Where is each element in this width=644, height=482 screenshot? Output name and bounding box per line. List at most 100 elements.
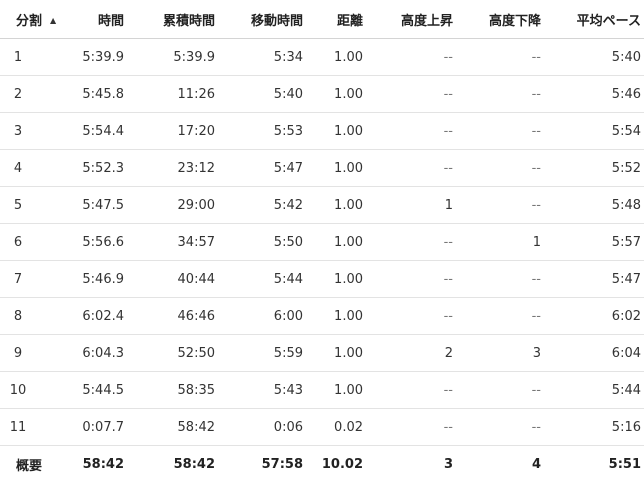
summary-elevation-loss: 4 <box>456 446 544 482</box>
col-header-split-label: 分割 <box>16 14 42 29</box>
summary-cumulative-time: 58:42 <box>127 446 218 482</box>
cell-average-pace: 5:16 <box>544 409 644 446</box>
cell-cumulative-time: 52:50 <box>127 335 218 372</box>
cell-elevation-gain: -- <box>366 76 456 113</box>
cell-split: 5 <box>0 187 60 224</box>
cell-cumulative-time: 34:57 <box>127 224 218 261</box>
cell-distance: 0.02 <box>306 409 366 446</box>
cell-elevation-loss: -- <box>456 76 544 113</box>
cell-average-pace: 5:44 <box>544 372 644 409</box>
cell-split: 6 <box>0 224 60 261</box>
cell-split: 1 <box>0 39 60 76</box>
cell-split: 2 <box>0 76 60 113</box>
cell-elevation-loss: -- <box>456 372 544 409</box>
cell-moving-time: 5:47 <box>218 150 306 187</box>
cell-split: 11 <box>0 409 60 446</box>
table-row: 110:07.758:420:060.02----5:16 <box>0 409 644 446</box>
cell-elevation-loss: 3 <box>456 335 544 372</box>
cell-distance: 1.00 <box>306 113 366 150</box>
cell-elevation-gain: 2 <box>366 335 456 372</box>
cell-cumulative-time: 29:00 <box>127 187 218 224</box>
summary-row: 概要 58:42 58:42 57:58 10.02 3 4 5:51 <box>0 446 644 482</box>
cell-moving-time: 5:53 <box>218 113 306 150</box>
col-header-cumulative-time[interactable]: 累積時間 <box>127 0 218 39</box>
cell-elevation-loss: -- <box>456 261 544 298</box>
cell-distance: 1.00 <box>306 335 366 372</box>
summary-moving-time: 57:58 <box>218 446 306 482</box>
cell-time: 6:04.3 <box>60 335 127 372</box>
cell-average-pace: 5:40 <box>544 39 644 76</box>
cell-moving-time: 5:34 <box>218 39 306 76</box>
cell-elevation-loss: -- <box>456 150 544 187</box>
cell-elevation-loss: -- <box>456 187 544 224</box>
cell-distance: 1.00 <box>306 298 366 335</box>
cell-split: 3 <box>0 113 60 150</box>
summary-distance: 10.02 <box>306 446 366 482</box>
cell-distance: 1.00 <box>306 261 366 298</box>
table-row: 25:45.811:265:401.00----5:46 <box>0 76 644 113</box>
col-header-distance[interactable]: 距離 <box>306 0 366 39</box>
col-header-average-pace[interactable]: 平均ペース <box>544 0 644 39</box>
cell-average-pace: 5:54 <box>544 113 644 150</box>
cell-cumulative-time: 40:44 <box>127 261 218 298</box>
cell-split: 7 <box>0 261 60 298</box>
cell-time: 6:02.4 <box>60 298 127 335</box>
cell-time: 5:47.5 <box>60 187 127 224</box>
cell-distance: 1.00 <box>306 76 366 113</box>
cell-distance: 1.00 <box>306 150 366 187</box>
cell-cumulative-time: 46:46 <box>127 298 218 335</box>
col-header-elevation-loss[interactable]: 高度下降 <box>456 0 544 39</box>
cell-moving-time: 5:59 <box>218 335 306 372</box>
cell-elevation-gain: -- <box>366 298 456 335</box>
cell-moving-time: 5:43 <box>218 372 306 409</box>
col-header-elevation-gain[interactable]: 高度上昇 <box>366 0 456 39</box>
table-row: 75:46.940:445:441.00----5:47 <box>0 261 644 298</box>
cell-split: 4 <box>0 150 60 187</box>
cell-elevation-loss: -- <box>456 298 544 335</box>
cell-time: 5:56.6 <box>60 224 127 261</box>
cell-distance: 1.00 <box>306 187 366 224</box>
cell-elevation-gain: 1 <box>366 187 456 224</box>
cell-split: 10 <box>0 372 60 409</box>
col-header-split[interactable]: 分割 ▲ <box>0 0 60 39</box>
cell-moving-time: 6:00 <box>218 298 306 335</box>
cell-elevation-gain: -- <box>366 150 456 187</box>
cell-elevation-loss: -- <box>456 113 544 150</box>
cell-distance: 1.00 <box>306 224 366 261</box>
table-header: 分割 ▲ 時間 累積時間 移動時間 距離 高度上昇 高度下降 平均ペース <box>0 0 644 39</box>
cell-time: 5:45.8 <box>60 76 127 113</box>
cell-cumulative-time: 5:39.9 <box>127 39 218 76</box>
summary-label: 概要 <box>0 446 60 482</box>
cell-average-pace: 6:04 <box>544 335 644 372</box>
cell-moving-time: 0:06 <box>218 409 306 446</box>
cell-average-pace: 5:46 <box>544 76 644 113</box>
table-footer: 概要 58:42 58:42 57:58 10.02 3 4 5:51 <box>0 446 644 482</box>
splits-table: 分割▲ 時間 累積時間 移動時間 距離 高度上昇 高度下降 平均ペース 15:3… <box>0 0 644 482</box>
cell-time: 5:39.9 <box>60 39 127 76</box>
cell-elevation-loss: 1 <box>456 224 544 261</box>
table-body: 15:39.95:39.95:341.00----5:4025:45.811:2… <box>0 39 644 446</box>
cell-elevation-loss: -- <box>456 409 544 446</box>
cell-moving-time: 5:44 <box>218 261 306 298</box>
table-row: 35:54.417:205:531.00----5:54 <box>0 113 644 150</box>
sort-ascending-icon[interactable]: ▲ <box>50 16 56 25</box>
cell-cumulative-time: 58:42 <box>127 409 218 446</box>
col-header-time[interactable]: 時間 <box>60 0 127 39</box>
cell-time: 5:54.4 <box>60 113 127 150</box>
cell-split: 9 <box>0 335 60 372</box>
table-row: 105:44.558:355:431.00----5:44 <box>0 372 644 409</box>
table-row: 86:02.446:466:001.00----6:02 <box>0 298 644 335</box>
col-header-moving-time[interactable]: 移動時間 <box>218 0 306 39</box>
cell-average-pace: 6:02 <box>544 298 644 335</box>
cell-moving-time: 5:42 <box>218 187 306 224</box>
cell-cumulative-time: 23:12 <box>127 150 218 187</box>
header-row: 分割 ▲ 時間 累積時間 移動時間 距離 高度上昇 高度下降 平均ペース <box>0 0 644 39</box>
cell-elevation-gain: -- <box>366 409 456 446</box>
cell-cumulative-time: 11:26 <box>127 76 218 113</box>
cell-moving-time: 5:50 <box>218 224 306 261</box>
cell-elevation-gain: -- <box>366 261 456 298</box>
table-row: 96:04.352:505:591.00236:04 <box>0 335 644 372</box>
cell-time: 5:44.5 <box>60 372 127 409</box>
table-row: 55:47.529:005:421.001--5:48 <box>0 187 644 224</box>
cell-average-pace: 5:52 <box>544 150 644 187</box>
